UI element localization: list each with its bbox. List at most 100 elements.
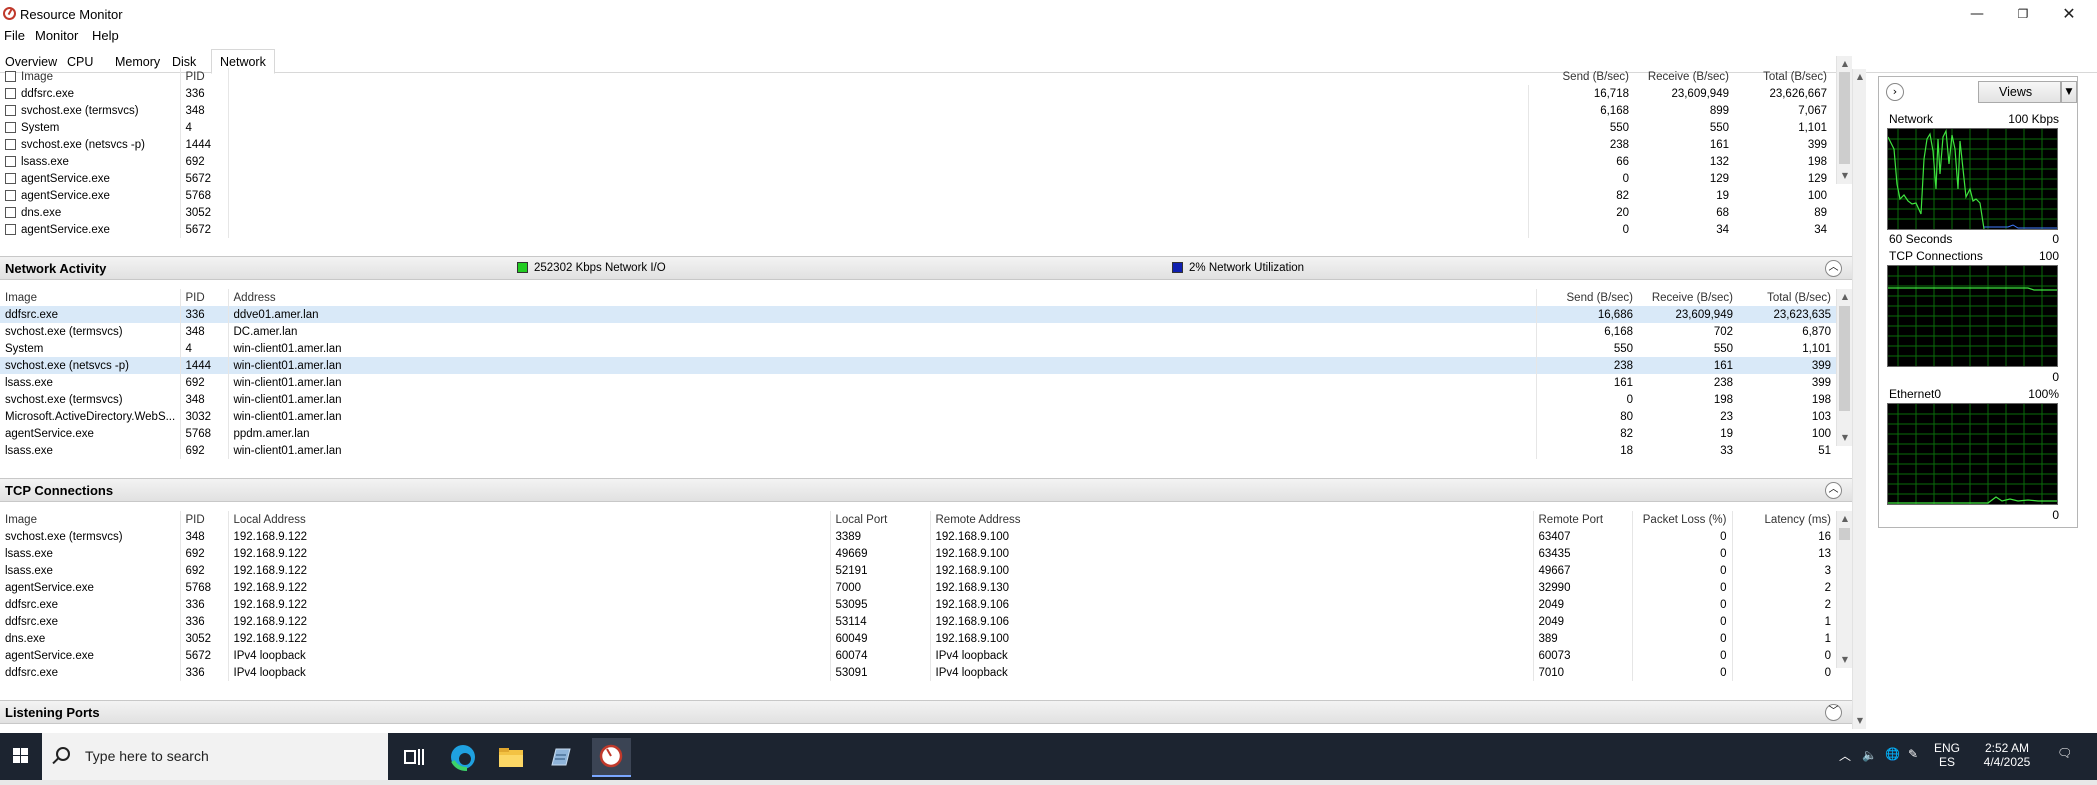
table-row[interactable]: System 4 win-client01.amer.lan 550 550 1,101 <box>0 340 1836 357</box>
table-row[interactable]: Microsoft.ActiveDirectory.WebS... 3032 win… <box>0 408 1836 425</box>
table-row[interactable]: lsass.exe 692 66 132 198 <box>0 153 1832 170</box>
tcp-connections-header[interactable]: TCP Connections ︿ <box>0 478 1852 502</box>
table-row[interactable]: svchost.exe (netsvcs -p) 1444 win-client01… <box>0 357 1836 374</box>
col-image[interactable]: Image <box>0 511 181 528</box>
table-row[interactable]: dns.exe 3052 20 68 89 <box>0 204 1832 221</box>
row-checkbox[interactable] <box>5 155 16 167</box>
task-view-icon[interactable] <box>398 741 430 773</box>
menu-help[interactable]: Help <box>92 28 119 43</box>
restore-button[interactable]: ❐ <box>2000 2 2046 26</box>
table-row[interactable]: agentService.exe 5672 0 129 129 <box>0 170 1832 187</box>
table-row[interactable]: agentService.exe 5768 192.168.9.122 7000 192… <box>0 579 1836 596</box>
expand-chevron-icon[interactable]: ﹀ <box>1825 704 1842 721</box>
table-row[interactable]: svchost.exe (netsvcs -p) 1444 238 161 399 <box>0 136 1832 153</box>
notification-icon[interactable]: 🗨 <box>2057 746 2072 760</box>
table-row[interactable]: lsass.exe 692 win-client01.amer.lan 161 238 3… <box>0 374 1836 391</box>
table-row[interactable]: System 4 550 550 1,101 <box>0 119 1832 136</box>
network-activity-header[interactable]: Network Activity 252302 Kbps Network I/O… <box>0 256 1852 280</box>
row-checkbox[interactable] <box>5 189 16 201</box>
scroll-up-icon[interactable]: ▲ <box>1837 289 1853 305</box>
row-checkbox[interactable] <box>5 138 16 150</box>
table-row[interactable]: svchost.exe (termsvcs) 348 6,168 899 7,067 <box>0 102 1832 119</box>
input-language[interactable]: ENG ES <box>1932 741 1962 769</box>
collapse-chevron-icon[interactable]: ︿ <box>1825 260 1842 277</box>
scroll-up-icon[interactable]: ▲ <box>1837 511 1853 527</box>
scroll-down-icon[interactable]: ▼ <box>1837 430 1853 446</box>
scroll-down-icon[interactable]: ▼ <box>1837 652 1853 668</box>
taskbar-search-box[interactable]: Type here to search <box>42 733 388 780</box>
col-receive[interactable]: Receive (B/sec) <box>1638 289 1738 306</box>
col-pid[interactable]: PID <box>180 511 229 528</box>
col-total[interactable]: Total (B/sec) <box>1734 68 1832 85</box>
col-pid[interactable]: PID <box>180 68 229 85</box>
table-row[interactable]: svchost.exe (termsvcs) 348 DC.amer.lan 6,16… <box>0 323 1836 340</box>
row-checkbox[interactable] <box>5 206 16 218</box>
tcp-scrollbar[interactable]: ▲ ▼ <box>1836 511 1852 668</box>
col-image[interactable]: Image <box>0 68 181 85</box>
collapse-chevron-icon[interactable]: ︿ <box>1825 482 1842 499</box>
chevron-up-icon[interactable]: ︿ <box>1839 747 1851 764</box>
table-row[interactable]: lsass.exe 692 192.168.9.122 52191 192.168.9.… <box>0 562 1836 579</box>
processes-scrollbar[interactable]: ▲ ▼ <box>1836 56 1852 184</box>
pen-icon[interactable]: ✎ <box>1908 747 1918 761</box>
col-total[interactable]: Total (B/sec) <box>1738 289 1836 306</box>
network-activity-scrollbar[interactable]: ▲ ▼ <box>1836 289 1852 446</box>
select-all-checkbox[interactable] <box>5 70 16 82</box>
views-button[interactable]: Views <box>1978 81 2061 103</box>
row-checkbox[interactable] <box>5 121 16 133</box>
table-row[interactable]: ddfsrc.exe 336 ddve01.amer.lan 16,686 23,609… <box>0 306 1836 323</box>
menu-file[interactable]: File <box>4 28 25 43</box>
table-row[interactable]: ddfsrc.exe 336 192.168.9.122 53095 192.168.9… <box>0 596 1836 613</box>
table-row[interactable]: ddfsrc.exe 336 192.168.9.122 53114 192.168.9… <box>0 613 1836 630</box>
table-row[interactable]: svchost.exe (termsvcs) 348 192.168.9.122 33… <box>0 528 1836 545</box>
col-local-address[interactable]: Local Address <box>228 511 831 528</box>
col-local-port[interactable]: Local Port <box>830 511 931 528</box>
table-row[interactable]: lsass.exe 692 win-client01.amer.lan 18 33 51 <box>0 442 1836 459</box>
row-checkbox[interactable] <box>5 223 16 235</box>
table-row[interactable]: ddfsrc.exe 336 16,718 23,609,949 23,626,667 <box>0 85 1832 102</box>
scroll-up-icon[interactable]: ▲ <box>1837 56 1853 72</box>
col-send[interactable]: Send (B/sec) <box>1536 289 1638 306</box>
scroll-thumb[interactable] <box>1839 528 1850 540</box>
table-row[interactable]: dns.exe 3052 192.168.9.122 60049 192.168.9.1… <box>0 630 1836 647</box>
start-button[interactable] <box>0 733 42 780</box>
col-send[interactable]: Send (B/sec) <box>1528 68 1634 85</box>
menu-monitor[interactable]: Monitor <box>35 28 78 43</box>
table-row[interactable]: agentService.exe 5672 0 34 34 <box>0 221 1832 238</box>
listening-ports-header[interactable]: Listening Ports ﹀ <box>0 700 1852 724</box>
table-row[interactable]: agentService.exe 5768 82 19 100 <box>0 187 1832 204</box>
volume-muted-icon[interactable]: 🔈 <box>1862 748 1877 762</box>
scroll-thumb[interactable] <box>1839 306 1850 411</box>
views-dropdown-icon[interactable]: ▼ <box>2061 81 2077 103</box>
edge-browser-icon[interactable] <box>447 741 479 773</box>
expand-panel-icon[interactable]: › <box>1886 83 1904 101</box>
file-explorer-icon[interactable] <box>495 741 527 773</box>
main-scrollbar[interactable]: ▲ ▼ <box>1852 69 1866 729</box>
table-row[interactable]: agentService.exe 5768 ppdm.amer.lan 82 19 100 <box>0 425 1836 442</box>
table-row[interactable]: svchost.exe (termsvcs) 348 win-client01.am… <box>0 391 1836 408</box>
col-latency[interactable]: Latency (ms) <box>1732 511 1836 528</box>
network-globe-icon[interactable]: 🌐 <box>1885 747 1900 761</box>
scroll-up-icon[interactable]: ▲ <box>1853 69 1867 85</box>
col-packet-loss[interactable]: Packet Loss (%) <box>1632 511 1733 528</box>
row-checkbox[interactable] <box>5 172 16 184</box>
minimize-button[interactable]: — <box>1954 2 2000 26</box>
server-manager-icon[interactable] <box>544 741 576 773</box>
row-checkbox[interactable] <box>5 104 16 116</box>
col-remote-port[interactable]: Remote Port <box>1533 511 1633 528</box>
close-button[interactable]: ✕ <box>2046 2 2092 26</box>
table-row[interactable]: agentService.exe 5672 IPv4 loopback 60074 IP… <box>0 647 1836 664</box>
col-image[interactable]: Image <box>0 289 181 306</box>
col-pid[interactable]: PID <box>180 289 229 306</box>
col-remote-address[interactable]: Remote Address <box>930 511 1534 528</box>
table-row[interactable]: lsass.exe 692 192.168.9.122 49669 192.168.9.… <box>0 545 1836 562</box>
scroll-down-icon[interactable]: ▼ <box>1853 713 1867 729</box>
col-address[interactable]: Address <box>228 289 1537 306</box>
table-row[interactable]: ddfsrc.exe 336 IPv4 loopback 53091 IPv4 loop… <box>0 664 1836 681</box>
scroll-thumb[interactable] <box>1839 72 1850 164</box>
row-checkbox[interactable] <box>5 87 16 99</box>
col-receive[interactable]: Receive (B/sec) <box>1634 68 1734 85</box>
scroll-down-icon[interactable]: ▼ <box>1837 168 1853 184</box>
resource-monitor-taskbar-icon[interactable] <box>592 738 631 777</box>
clock[interactable]: 2:52 AM 4/4/2025 <box>1972 741 2042 769</box>
